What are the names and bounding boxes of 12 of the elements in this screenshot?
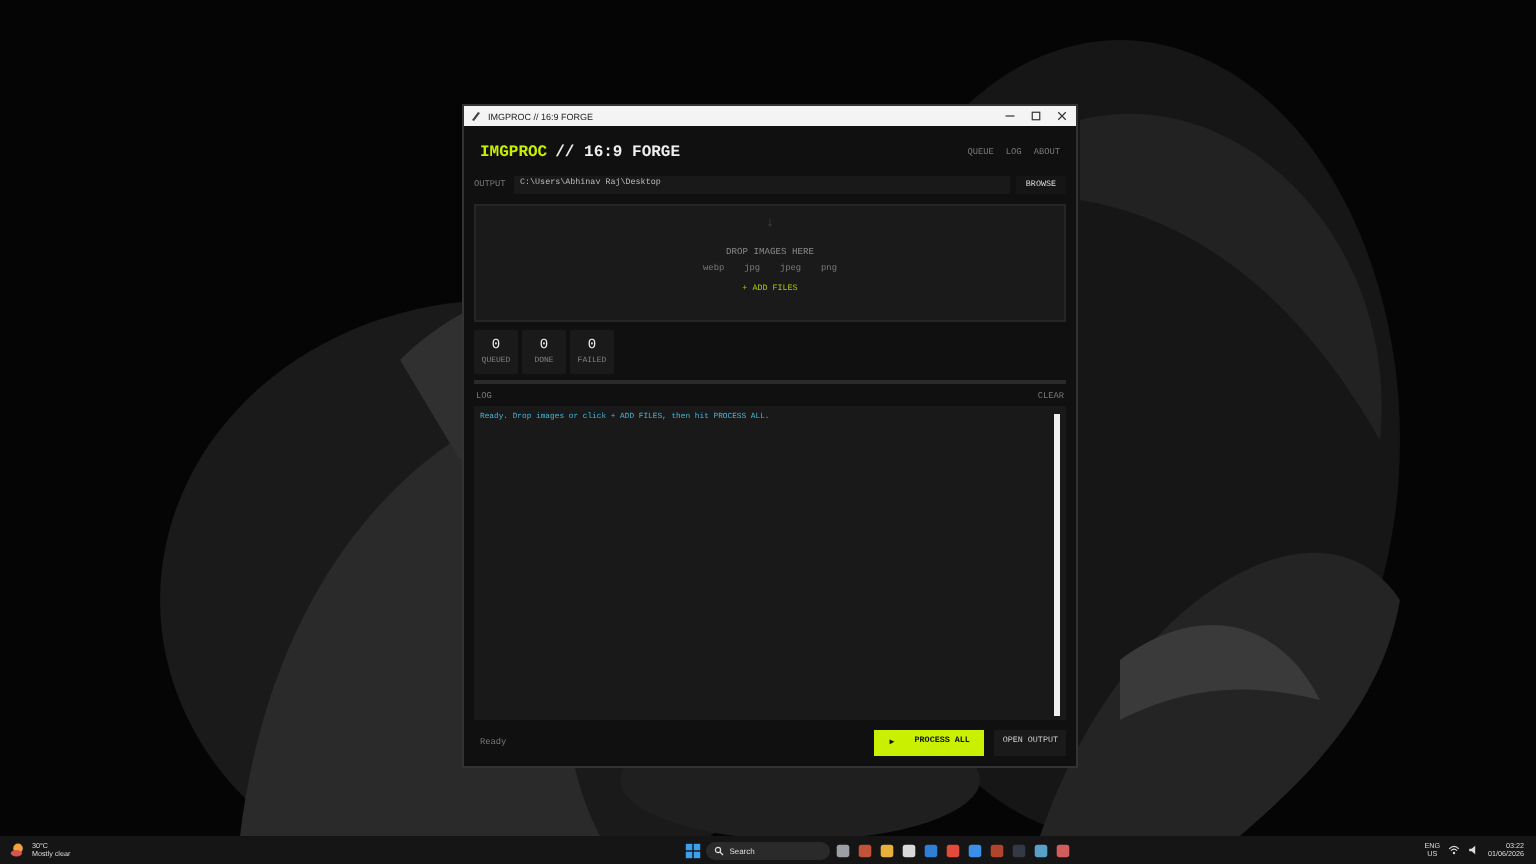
close-icon[interactable]: [1056, 110, 1068, 122]
speaker-icon: [1468, 844, 1480, 856]
app-title: // 16:9 FORGE: [555, 143, 681, 161]
maximize-icon[interactable]: [1030, 110, 1042, 122]
windows-logo-icon[interactable]: [683, 841, 702, 859]
app-icon: [470, 110, 482, 122]
minimize-icon[interactable]: [1004, 110, 1016, 122]
search-icon: [713, 845, 724, 855]
scrollbar[interactable]: [1054, 414, 1060, 716]
app-brand: IMGPROC: [480, 143, 548, 161]
wifi-icon: [1448, 844, 1460, 856]
weather-icon: [10, 842, 26, 858]
